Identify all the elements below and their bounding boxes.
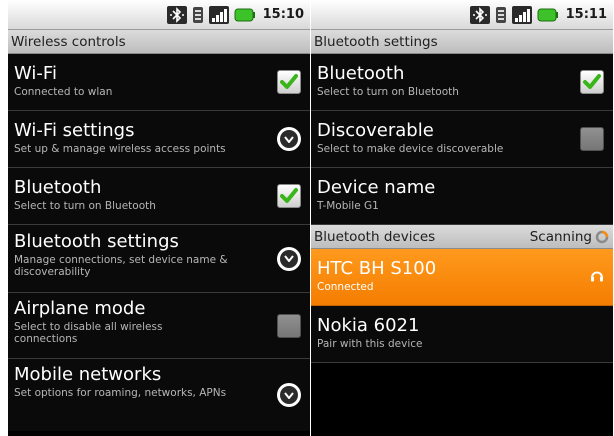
- item-title: Wi-Fi: [14, 63, 57, 84]
- scanning-indicator: Scanning: [530, 229, 609, 245]
- section-header: Wireless controls: [8, 30, 310, 54]
- item-subtitle: Manage connections, set device name & di…: [14, 254, 228, 278]
- wireless-controls-screen: 15:10 Wireless controls Wi-Fi Connected …: [8, 0, 310, 436]
- chevron-down-icon: [277, 127, 301, 151]
- data-icon: [192, 6, 204, 24]
- bluetooth-item[interactable]: Bluetooth Select to turn on Bluetooth: [311, 54, 613, 111]
- devices-header-label: Bluetooth devices: [314, 228, 436, 245]
- device-htc-bh-s100[interactable]: HTC BH S100 Connected: [311, 249, 613, 306]
- airplane-mode-item[interactable]: Airplane mode Select to disable all wire…: [8, 293, 310, 359]
- discoverable-item[interactable]: Discoverable Select to make device disco…: [311, 111, 613, 168]
- bluetooth-checkbox[interactable]: [580, 70, 604, 94]
- item-title: Bluetooth settings: [14, 231, 179, 252]
- signal-icon: [208, 5, 229, 24]
- battery-icon: [234, 8, 256, 22]
- bluetooth-checkbox[interactable]: [277, 184, 301, 208]
- status-bar: 15:10: [8, 0, 310, 30]
- item-title: Nokia 6021: [317, 315, 420, 336]
- item-subtitle: Pair with this device: [317, 338, 423, 350]
- item-title: Bluetooth: [14, 177, 102, 198]
- item-title: Device name: [317, 177, 436, 198]
- item-subtitle: Select to turn on Bluetooth: [14, 200, 156, 212]
- wifi-checkbox[interactable]: [277, 70, 301, 94]
- item-subtitle: Select to disable all wireless connectio…: [14, 321, 163, 345]
- battery-icon: [537, 8, 559, 22]
- status-time: 15:10: [262, 7, 304, 22]
- mobile-networks-item[interactable]: Mobile networks Set options for roaming,…: [8, 359, 310, 431]
- bluetooth-item[interactable]: Bluetooth Select to turn on Bluetooth: [8, 168, 310, 225]
- checkmark-icon: [280, 74, 298, 89]
- signal-icon: [511, 5, 532, 24]
- devices-section-header: Bluetooth devices Scanning: [311, 225, 613, 249]
- bluetooth-settings-screen: 15:11 Bluetooth settings Bluetooth Selec…: [311, 0, 613, 436]
- item-title: HTC BH S100: [317, 258, 437, 279]
- item-subtitle: Set options for roaming, networks, APNs: [14, 387, 227, 399]
- checkmark-icon: [280, 188, 298, 203]
- item-subtitle: Select to turn on Bluetooth: [317, 86, 459, 98]
- wifi-settings-item[interactable]: Wi-Fi settings Set up & manage wireless …: [8, 111, 310, 168]
- section-header: Bluetooth settings: [311, 30, 613, 54]
- bluetooth-settings-item[interactable]: Bluetooth settings Manage connections, s…: [8, 225, 310, 293]
- spinner-icon: [595, 230, 609, 243]
- item-title: Wi-Fi settings: [14, 120, 135, 141]
- scanning-label: Scanning: [529, 228, 592, 245]
- item-subtitle: Connected: [317, 281, 374, 293]
- item-subtitle: Select to make device discoverable: [317, 143, 504, 155]
- item-subtitle: T-Mobile G1: [317, 200, 379, 212]
- wifi-item[interactable]: Wi-Fi Connected to wlan: [8, 54, 310, 111]
- item-subtitle: Set up & manage wireless access points: [14, 143, 226, 155]
- bluetooth-icon: [166, 5, 187, 24]
- device-nokia-6021[interactable]: Nokia 6021 Pair with this device: [311, 306, 613, 363]
- device-name-item[interactable]: Device name T-Mobile G1: [311, 168, 613, 225]
- airplane-mode-checkbox[interactable]: [277, 313, 301, 338]
- checkmark-icon: [583, 74, 601, 89]
- item-title: Mobile networks: [14, 364, 162, 385]
- item-subtitle: Connected to wlan: [14, 86, 113, 98]
- item-title: Airplane mode: [14, 298, 146, 319]
- bluetooth-icon: [469, 5, 490, 24]
- item-title: Discoverable: [317, 120, 434, 141]
- data-icon: [495, 6, 507, 24]
- status-bar: 15:11: [311, 0, 613, 30]
- chevron-down-icon: [277, 383, 301, 407]
- chevron-down-icon: [277, 246, 301, 271]
- headset-icon: [590, 268, 604, 287]
- status-time: 15:11: [565, 7, 607, 22]
- item-title: Bluetooth: [317, 63, 405, 84]
- discoverable-checkbox[interactable]: [580, 127, 604, 151]
